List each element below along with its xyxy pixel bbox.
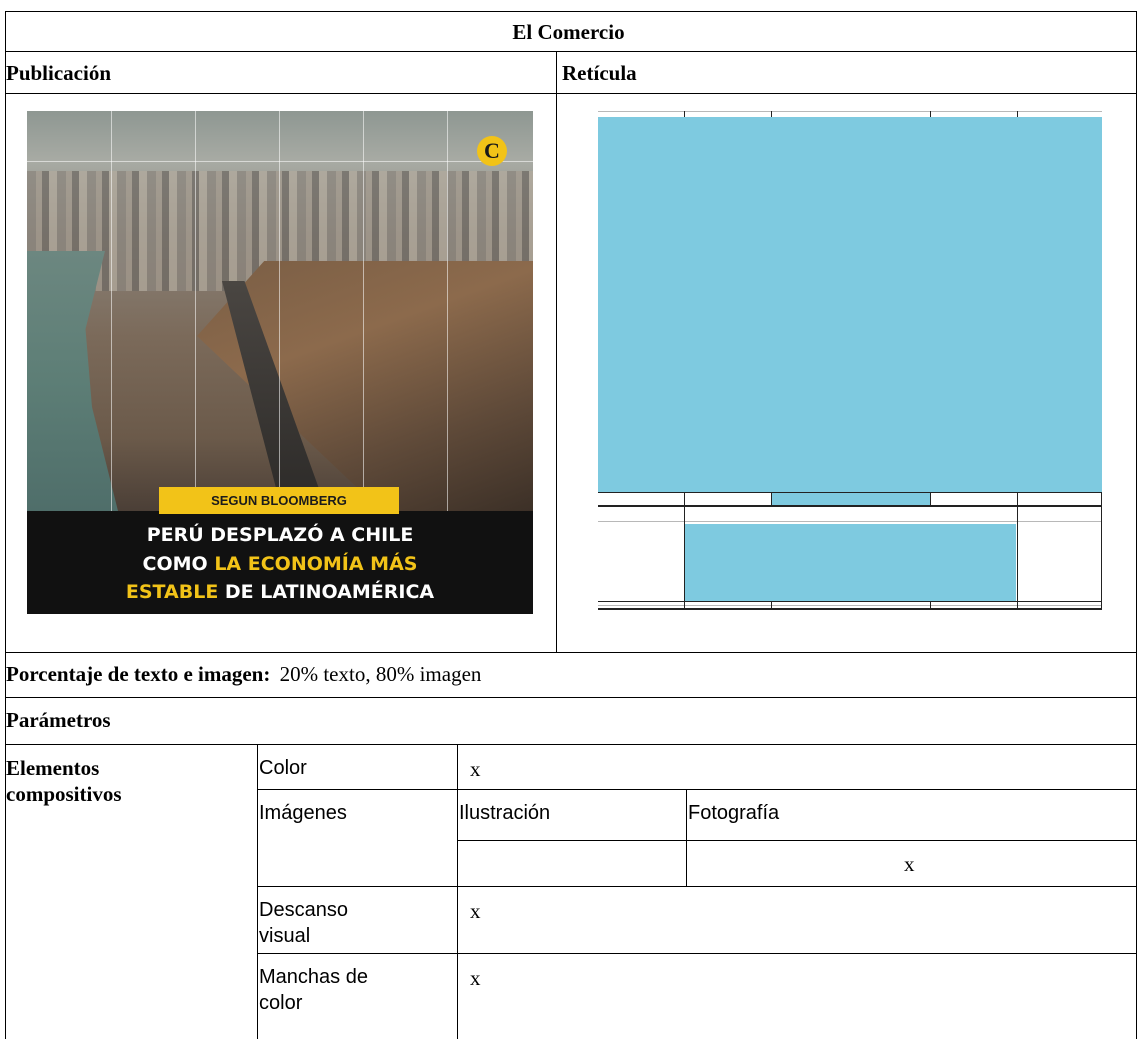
row-divider xyxy=(257,789,1137,790)
document-page: El Comercio Publicación Retícula C SEGUN… xyxy=(0,0,1137,1039)
color-spots-label: Manchas de color xyxy=(259,966,368,1014)
row-divider xyxy=(5,697,1137,698)
visual-rest-value: x xyxy=(470,899,481,923)
color-value: x xyxy=(470,757,481,781)
grid-line xyxy=(1017,492,1018,610)
headline-block xyxy=(684,524,1016,602)
border-top xyxy=(5,11,1137,12)
grid-line xyxy=(598,505,1102,507)
grid-guide xyxy=(598,521,1102,522)
publication-column-header: Publicación xyxy=(6,61,112,85)
publication-image: C SEGUN BLOOMBERG PERÚ DESPLAZÓ A CHILE … xyxy=(27,111,533,614)
grid-guide xyxy=(598,605,1102,606)
percentage-label: Porcentaje de texto e imagen: xyxy=(6,662,271,686)
row-divider xyxy=(257,953,1137,954)
grid-line xyxy=(598,608,1102,610)
grid-line xyxy=(1101,492,1102,610)
grid-line xyxy=(598,601,1102,602)
headline-line-3: ESTABLE DE LATINOAMÉRICA xyxy=(125,581,435,603)
row-divider xyxy=(457,840,1137,841)
tag-block xyxy=(772,492,930,505)
grid-line xyxy=(930,601,931,610)
grid-column-header: Retícula xyxy=(562,61,637,85)
brand-logo-icon: C xyxy=(477,136,507,166)
grid-line xyxy=(771,492,772,507)
row-divider xyxy=(5,93,1137,94)
column-divider xyxy=(686,789,687,886)
grid-guide xyxy=(598,111,1102,112)
photo-value: x xyxy=(904,852,915,876)
source-tag: SEGUN BLOOMBERG xyxy=(159,487,399,514)
percentage-value: 20% texto, 80% imagen xyxy=(279,662,482,686)
color-label: Color xyxy=(259,757,307,779)
column-divider xyxy=(556,51,557,652)
grid-line xyxy=(930,492,931,507)
percentage-row: Porcentaje de texto e imagen: 20% texto,… xyxy=(6,662,481,686)
grid-line xyxy=(684,492,685,610)
grid-tick xyxy=(771,111,772,117)
headline-line-2: COMO LA ECONOMÍA MÁS xyxy=(142,553,418,575)
visual-rest-label: Descanso visual xyxy=(259,899,348,947)
page-title: El Comercio xyxy=(512,20,625,44)
images-label: Imágenes xyxy=(259,802,347,824)
headline-line-1: PERÚ DESPLAZÓ A CHILE xyxy=(146,524,414,546)
grid-guide xyxy=(27,161,533,162)
grid-tick xyxy=(930,111,931,117)
grid-line xyxy=(598,492,1102,493)
image-block xyxy=(598,117,1102,492)
grid-tick xyxy=(684,111,685,117)
border-left xyxy=(5,11,6,1039)
grid-tick xyxy=(1017,111,1018,117)
photo-label: Fotografía xyxy=(688,802,780,824)
illustration-label: Ilustración xyxy=(459,802,551,824)
row-divider xyxy=(5,51,1137,52)
parameters-heading: Parámetros xyxy=(6,708,111,732)
row-divider xyxy=(5,744,1137,745)
layout-grid-diagram xyxy=(598,111,1102,614)
color-spots-value: x xyxy=(470,966,481,990)
row-divider xyxy=(257,886,1137,887)
elements-group-label: Elementos compositivos xyxy=(6,756,122,806)
grid-line xyxy=(771,601,772,610)
row-divider xyxy=(5,652,1137,653)
